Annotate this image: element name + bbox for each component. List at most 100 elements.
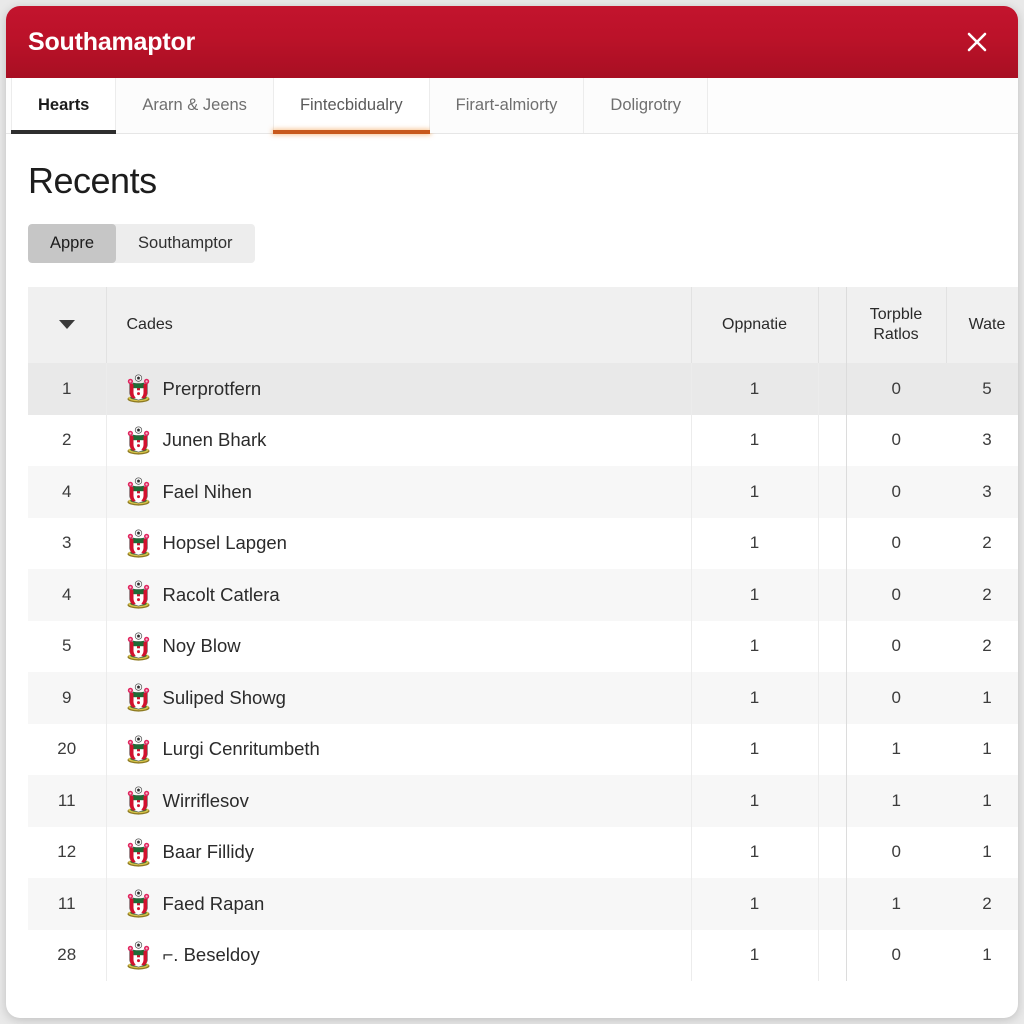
- cell-ratios: 0: [891, 945, 901, 965]
- column-header-rank[interactable]: [28, 287, 107, 363]
- cell-name: Junen Bhark: [106, 414, 692, 466]
- table-header-row: Cades Oppnatie Torpble Ratlos Wate: [28, 287, 1018, 363]
- column-header-wate[interactable]: Wate: [946, 287, 1018, 363]
- cell-opponent: 1: [691, 672, 819, 724]
- cell-ratios: 0: [891, 584, 901, 604]
- table-body: 1 Prerprotfern 1 0 5 2 Junen Bhark 1 0 3 4 Fael Ni…: [28, 363, 1018, 981]
- table-row[interactable]: 12 Baar Fillidy 1 0 1: [28, 826, 1018, 878]
- team-name-label: Faed Rapan: [162, 892, 265, 914]
- tab-fintecbidualry[interactable]: Fintecbidualry: [272, 78, 430, 134]
- cell-spacer: [818, 878, 847, 930]
- name-cell-wrapper: Faed Rapan: [125, 889, 691, 918]
- segment-appre[interactable]: Appre: [28, 224, 117, 263]
- tab-label: Doligrotry: [610, 96, 682, 114]
- cell-opponent: 1: [691, 466, 819, 518]
- cell-rank: 20: [28, 723, 107, 775]
- cell-ratios: 0: [891, 842, 901, 862]
- table-row[interactable]: 4 Fael Nihen 1 0 3: [28, 466, 1018, 518]
- cell-rank: 9: [28, 672, 107, 724]
- southampton-crest-icon: [125, 477, 152, 506]
- tab-hearts[interactable]: Hearts: [11, 78, 117, 134]
- team-name-label: Suliped Showg: [162, 686, 286, 708]
- cell-ratios: 0: [891, 481, 901, 501]
- southampton-crest-icon: [125, 580, 152, 609]
- segment-southamptor[interactable]: Southamptor: [116, 224, 254, 263]
- standings-table: Cades Oppnatie Torpble Ratlos Wate 1 Prer…: [28, 287, 1018, 981]
- team-name-label: Wirriflesov: [162, 789, 249, 811]
- main-content: Recents Appre Southamptor Cades Oppnatie …: [6, 134, 1018, 1018]
- cell-rank: 11: [28, 878, 107, 930]
- tab-doligrotry[interactable]: Doligrotry: [584, 78, 709, 133]
- window-title: Southamaptor: [28, 27, 196, 56]
- cell-spacer: [818, 414, 847, 466]
- cell-name: Noy Blow: [106, 620, 692, 672]
- cell-name: Baar Fillidy: [106, 826, 692, 878]
- table-row[interactable]: 5 Noy Blow 1 0 2: [28, 620, 1018, 672]
- cell-opponent: 1: [691, 569, 819, 621]
- column-header-ratios[interactable]: Torpble Ratlos: [846, 287, 947, 363]
- cell-ratios: 0: [891, 687, 901, 707]
- table-row[interactable]: 9 Suliped Showg 1 0 1: [28, 672, 1018, 724]
- cell-spacer: [818, 672, 847, 724]
- close-icon[interactable]: [960, 25, 994, 59]
- cell-rank: 4: [28, 466, 107, 518]
- cell-spacer: [818, 569, 847, 621]
- table-row[interactable]: 28 ⌐. Beseldoy 1 0 1: [28, 929, 1018, 981]
- cell-name: Prerprotfern: [106, 363, 692, 415]
- southampton-crest-icon: [125, 941, 152, 970]
- app-window: Southamaptor Hearts Ararn & Jeens Fintecbi…: [6, 6, 1018, 1018]
- tab-firart-almiorty[interactable]: Firart-almiorty: [429, 78, 585, 133]
- team-name-label: Lurgi Cenritumbeth: [162, 738, 320, 760]
- cell-rank: 3: [28, 517, 107, 569]
- cell-wate: 5: [982, 378, 992, 398]
- tab-ararn-jeens[interactable]: Ararn & Jeens: [116, 78, 274, 133]
- table-row[interactable]: 3 Hopsel Lapgen 1 0 2: [28, 517, 1018, 569]
- column-header-name[interactable]: Cades: [106, 287, 692, 363]
- cell-spacer: [818, 929, 847, 981]
- name-cell-wrapper: Prerprotfern: [125, 374, 691, 403]
- table-header: Cades Oppnatie Torpble Ratlos Wate: [28, 287, 1018, 363]
- name-cell-wrapper: Lurgi Cenritumbeth: [125, 735, 691, 764]
- table-row[interactable]: 2 Junen Bhark 1 0 3: [28, 414, 1018, 466]
- cell-spacer: [818, 466, 847, 518]
- cell-name: Hopsel Lapgen: [106, 517, 692, 569]
- name-cell-wrapper: Suliped Showg: [125, 683, 691, 712]
- cell-rank: 12: [28, 826, 107, 878]
- southampton-crest-icon: [125, 683, 152, 712]
- segment-label: Southamptor: [138, 234, 233, 252]
- cell-spacer: [818, 775, 847, 827]
- cell-spacer: [818, 363, 847, 415]
- table-row[interactable]: 11 Faed Rapan 1 1 2: [28, 878, 1018, 930]
- cell-wate: 3: [982, 430, 992, 450]
- name-cell-wrapper: Wirriflesov: [125, 786, 691, 815]
- team-name-label: Junen Bhark: [162, 428, 267, 450]
- team-name-label: Noy Blow: [162, 635, 241, 657]
- page-title: Recents: [28, 160, 157, 201]
- cell-ratios: 0: [891, 378, 901, 398]
- cell-wate: 2: [982, 636, 992, 656]
- cell-ratios: 1: [891, 893, 901, 913]
- name-cell-wrapper: Junen Bhark: [125, 426, 691, 455]
- cell-spacer: [818, 620, 847, 672]
- southampton-crest-icon: [125, 889, 152, 918]
- tab-bar: Hearts Ararn & Jeens Fintecbidualry Firart-…: [6, 78, 1018, 134]
- cell-rank: 11: [28, 775, 107, 827]
- team-name-label: Hopsel Lapgen: [162, 532, 287, 554]
- cell-wate: 2: [982, 584, 992, 604]
- tab-label: Fintecbidualry: [299, 96, 403, 114]
- chevron-down-icon[interactable]: [58, 320, 75, 329]
- cell-rank: 2: [28, 414, 107, 466]
- cell-wate: 2: [982, 893, 992, 913]
- cell-opponent: 1: [691, 620, 819, 672]
- cell-opponent: 1: [691, 826, 819, 878]
- table-row[interactable]: 11 Wirriflesov 1 1 1: [28, 775, 1018, 827]
- table-row[interactable]: 4 Racolt Catlera 1 0 2: [28, 569, 1018, 621]
- segment-label: Appre: [50, 234, 95, 252]
- table-row[interactable]: 20 Lurgi Cenritumbeth 1 1 1: [28, 723, 1018, 775]
- southampton-crest-icon: [125, 426, 152, 455]
- southampton-crest-icon: [125, 632, 152, 661]
- column-header-opponent[interactable]: Oppnatie: [691, 287, 819, 363]
- cell-ratios: 1: [891, 739, 901, 759]
- table-row[interactable]: 1 Prerprotfern 1 0 5: [28, 363, 1018, 415]
- cell-spacer: [818, 517, 847, 569]
